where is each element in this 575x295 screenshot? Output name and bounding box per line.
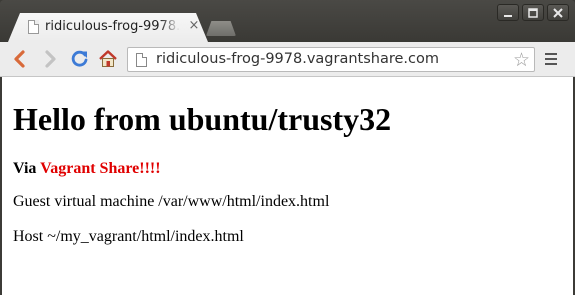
close-tab-icon[interactable]: × (188, 18, 200, 34)
bookmark-star-icon[interactable]: ☆ (513, 49, 530, 71)
maximize-button[interactable] (522, 4, 544, 21)
address-bar[interactable]: ridiculous-frog-9978.vagrantshare.com ☆ (127, 47, 535, 72)
page-icon (136, 53, 147, 67)
forward-arrow-icon[interactable] (40, 49, 60, 69)
browser-window: ridiculous-frog-9978.vagrantshare.com × (0, 0, 575, 295)
home-icon[interactable] (98, 49, 118, 69)
browser-tab[interactable]: ridiculous-frog-9978.vagrantshare.com × (8, 13, 208, 42)
menu-icon[interactable] (545, 53, 559, 67)
browser-toolbar: ridiculous-frog-9978.vagrantshare.com ☆ (0, 42, 575, 77)
window-controls (497, 4, 569, 22)
reload-icon[interactable] (70, 49, 90, 69)
tab-strip: ridiculous-frog-9978.vagrantshare.com × (0, 0, 575, 42)
new-tab-button[interactable] (206, 21, 236, 36)
page-heading: Hello from ubuntu/trusty32 (13, 101, 392, 137)
url-text[interactable]: ridiculous-frog-9978.vagrantshare.com (156, 51, 439, 67)
via-prefix: Via (13, 160, 41, 177)
via-line: Via Vagrant Share!!!! (13, 160, 161, 178)
guest-path-text: Guest virtual machine /var/www/html/inde… (13, 193, 330, 210)
back-arrow-icon[interactable] (10, 49, 30, 69)
page-icon (28, 20, 39, 34)
minimize-icon (504, 15, 512, 17)
minimize-button[interactable] (497, 4, 519, 21)
page-content: Hello from ubuntu/trusty32 Via Vagrant S… (2, 77, 573, 295)
tab-title: ridiculous-frog-9978.vagrantshare.com (45, 19, 180, 34)
host-path-text: Host ~/my_vagrant/html/index.html (13, 228, 244, 245)
close-icon (553, 8, 563, 18)
maximize-icon (528, 8, 538, 18)
vagrant-share-brand: Vagrant Share!!!! (40, 160, 161, 177)
close-window-button[interactable] (547, 4, 569, 21)
